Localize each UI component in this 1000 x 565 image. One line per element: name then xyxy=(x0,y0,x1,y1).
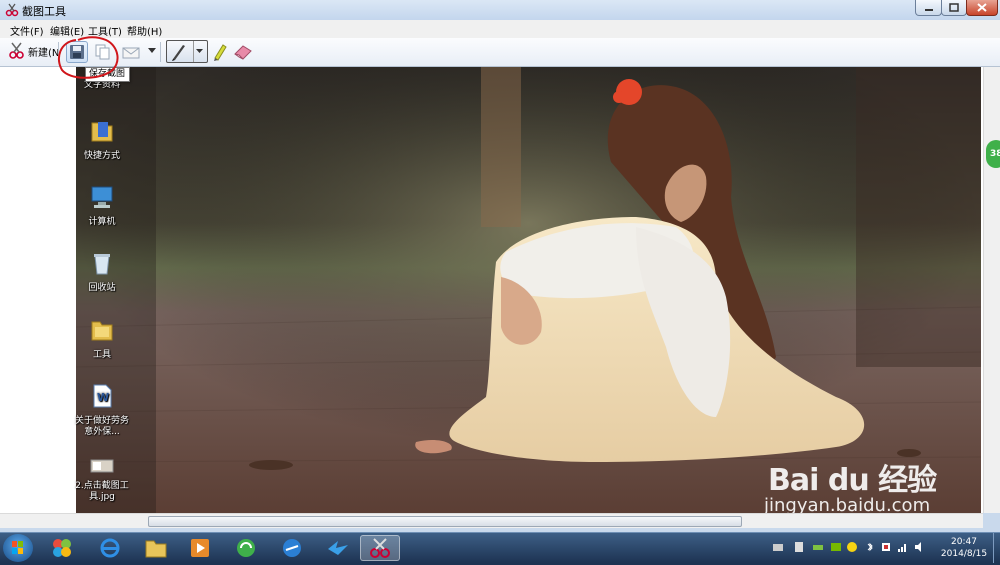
eraser-button[interactable] xyxy=(233,43,253,61)
chevron-down-icon xyxy=(148,48,156,53)
image-thumbnail-icon xyxy=(90,459,114,473)
folder-icon xyxy=(91,122,113,142)
desktop-icon-jpg[interactable]: 2.点击截图工具.jpg xyxy=(72,458,132,503)
taskbar: 20:47 2014/8/15 xyxy=(0,532,1000,563)
file-explorer-icon xyxy=(145,540,167,558)
desktop-icon-label: 工具 xyxy=(92,350,111,360)
recycle-bin-icon xyxy=(94,254,110,275)
desktop-icon-word-doc[interactable]: W 关于做好劳务意外保... xyxy=(72,383,132,438)
word-document-icon: W xyxy=(93,384,112,408)
pen-dropdown[interactable] xyxy=(193,41,205,62)
captured-desktop-image xyxy=(76,67,981,513)
baidu-watermark: Bai du 经验 jingyan.baidu.com xyxy=(764,455,937,516)
taskbar-app-media-player[interactable] xyxy=(180,535,220,561)
scissors-app-icon xyxy=(5,3,19,17)
windows-logo-icon xyxy=(12,541,23,554)
clock-date: 2014/8/15 xyxy=(940,549,988,559)
desktop-icon-label: 2.点击截图工具.jpg xyxy=(75,481,129,502)
title-bar: 截图工具 xyxy=(0,0,1000,20)
background-photo xyxy=(76,67,981,513)
tray-network-icon[interactable] xyxy=(898,542,908,552)
desktop-icon-label: 回收站 xyxy=(88,283,116,293)
close-button[interactable] xyxy=(966,0,998,16)
desktop-icon-computer[interactable]: 计算机 xyxy=(72,184,132,228)
scissors-icon xyxy=(9,42,24,59)
media-player-icon xyxy=(191,539,209,557)
scrollbar-thumb[interactable] xyxy=(148,516,742,527)
bird-icon xyxy=(328,541,348,555)
close-icon xyxy=(977,3,987,12)
send-dropdown-button[interactable] xyxy=(148,48,156,54)
desktop-icon-tools[interactable]: 工具 xyxy=(72,317,132,361)
pen-icon xyxy=(172,44,185,61)
annotation-circle xyxy=(57,36,119,79)
taskbar-app-explorer[interactable] xyxy=(136,535,176,561)
computer-icon xyxy=(91,186,113,208)
taskbar-app-bird[interactable] xyxy=(318,535,358,561)
tray-volume-icon[interactable] xyxy=(915,542,925,552)
tray-document-icon[interactable] xyxy=(794,542,804,552)
desktop-icon-shortcut[interactable]: 快捷方式 xyxy=(72,118,132,162)
pen-tool-button[interactable] xyxy=(166,40,208,63)
maximize-icon xyxy=(949,3,959,12)
tray-drive-icon[interactable] xyxy=(813,542,823,552)
menu-help[interactable]: 帮助(H) xyxy=(127,23,162,38)
pinwheel-icon xyxy=(53,539,71,557)
horizontal-scrollbar[interactable] xyxy=(0,513,983,528)
show-desktop-button[interactable] xyxy=(993,533,1000,563)
tray-security-icon[interactable] xyxy=(881,542,891,552)
folder-icon xyxy=(91,321,113,341)
clock-time: 20:47 xyxy=(951,537,977,547)
desktop-icon-label: 快捷方式 xyxy=(83,151,120,161)
blue-globe-icon xyxy=(283,539,301,557)
taskbar-app-photos[interactable] xyxy=(42,535,82,561)
highlighter-button[interactable] xyxy=(211,42,229,62)
taskbar-app-snipping-tool[interactable] xyxy=(360,535,400,561)
vertical-scrollbar[interactable] xyxy=(983,67,1000,513)
toolbar: 新建(N xyxy=(0,38,1000,67)
taskbar-clock[interactable]: 20:47 2014/8/15 xyxy=(938,536,990,560)
taskbar-app-ie[interactable] xyxy=(90,535,130,561)
watermark-logo: Bai du 经验 xyxy=(768,463,937,498)
chevron-down-icon xyxy=(196,49,203,53)
tray-360-icon[interactable] xyxy=(847,542,857,552)
menu-file[interactable]: 文件(F) xyxy=(10,23,44,38)
snipping-tool-window: 截图工具 文件(F) 编辑(E) 工具(T) 帮助(H) 新建(N 保存截图 文… xyxy=(0,0,1000,532)
minimize-button[interactable] xyxy=(915,0,942,16)
side-floating-badge[interactable]: 38 xyxy=(986,140,1000,168)
desktop-icon-recycle-bin[interactable]: 回收站 xyxy=(72,250,132,294)
tray-bluetooth-icon[interactable] xyxy=(865,542,875,552)
green-circle-icon xyxy=(237,539,255,557)
envelope-icon xyxy=(122,47,140,59)
maximize-button[interactable] xyxy=(941,0,967,16)
menu-bar: 文件(F) 编辑(E) 工具(T) 帮助(H) xyxy=(0,20,1000,39)
send-snip-button[interactable] xyxy=(122,43,140,61)
internet-explorer-icon xyxy=(100,538,120,558)
svg-text:W: W xyxy=(97,391,109,404)
start-button[interactable] xyxy=(3,534,33,562)
desktop-icon-label: 关于做好劳务意外保... xyxy=(74,416,129,437)
eraser-icon xyxy=(234,45,252,60)
window-title: 截图工具 xyxy=(22,5,66,18)
scissors-icon xyxy=(370,538,390,558)
desktop-icon-label: 计算机 xyxy=(88,217,116,227)
tray-keyboard-icon[interactable] xyxy=(773,542,783,552)
taskbar-app-browser[interactable] xyxy=(272,535,312,561)
tray-nvidia-icon[interactable] xyxy=(831,542,841,552)
taskbar-app-360[interactable] xyxy=(226,535,266,561)
highlighter-icon xyxy=(214,44,227,61)
minimize-icon xyxy=(924,8,933,11)
